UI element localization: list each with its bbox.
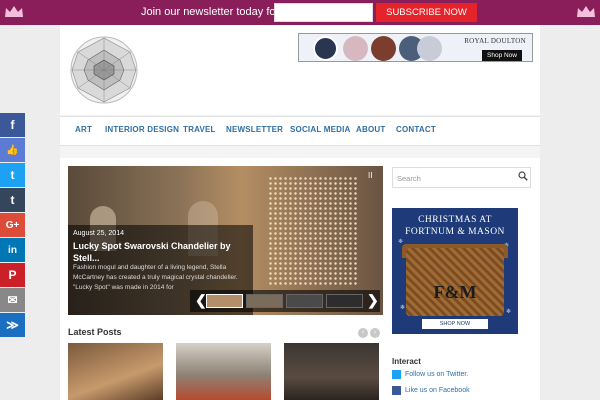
snowflake-icon: ❄ [400,305,406,311]
snowflake-icon: ❄ [506,309,512,315]
slider-thumb[interactable] [326,294,363,308]
follow-twitter-link[interactable]: Follow us on Twitter. [392,370,468,379]
twitter-icon [392,370,401,379]
pinterest-icon: P [8,268,17,282]
like-share-button[interactable]: 👍 [0,138,25,162]
nav-item-social-media[interactable]: SOCIAL MEDIA [290,125,350,134]
latest-posts-title: Latest Posts [68,327,122,337]
twitter-icon: t [10,168,15,182]
facebook-icon: f [10,118,15,132]
next-arrow-icon[interactable]: ❯ [367,292,379,309]
facebook-share-button[interactable]: f [0,113,25,137]
nav-item-contact[interactable]: CONTACT [396,125,436,134]
post-thumbnail[interactable] [284,343,379,400]
fm-shop-button[interactable]: SHOP NOW [422,319,488,329]
snowflake-icon: ❄ [398,239,404,245]
nav-item-art[interactable]: ART [75,125,92,134]
newsletter-email-input[interactable] [274,3,373,22]
linkedin-share-button[interactable]: in [0,238,25,262]
plate-image [417,36,442,61]
interact-title: Interact [392,357,421,366]
email-share-button[interactable]: ✉ [0,288,25,312]
like-facebook-link[interactable]: Like us on Facebook [392,386,470,395]
diamond-logo[interactable] [70,36,138,104]
google-plus-icon: G+ [5,219,20,231]
latest-next-icon[interactable]: › [370,328,380,338]
fm-ad-title: CHRISTMAS AT FORTNUM & MASON [405,215,505,237]
fortnum-mason-ad[interactable]: ❄ ❄ ❄ ❄ CHRISTMAS AT FORTNUM & MASON F&M… [392,208,518,334]
linkedin-icon: in [8,244,17,256]
ad-shop-button[interactable]: Shop Now [482,50,522,61]
royal-doulton-ad[interactable]: ROYAL DOULTON Shop Now [298,33,533,62]
post-thumbnail[interactable] [176,343,271,400]
chandelier-image [268,176,358,286]
pinterest-share-button[interactable]: P [0,263,25,287]
crown-icon[interactable] [576,5,596,19]
plate-image [371,36,396,61]
tumblr-share-button[interactable]: t [0,188,25,212]
follow-twitter-label: Follow us on Twitter. [405,371,469,378]
slider-thumb[interactable] [246,294,283,308]
prev-arrow-icon[interactable]: ❮ [195,292,207,309]
plate-image [343,36,368,61]
search-input[interactable]: Search [392,167,531,188]
slider-thumb[interactable] [206,294,243,308]
tumblr-icon: t [10,193,15,207]
share-button[interactable]: ≫ [0,313,25,337]
plate-image [313,36,338,61]
nav-item-travel[interactable]: TRAVEL [183,125,216,134]
search-icon[interactable] [518,171,528,181]
slide-excerpt: Fashion mogul and daughter of a living l… [73,264,238,291]
subscribe-button[interactable]: SUBSCRIBE NOW [376,3,477,22]
google-plus-share-button[interactable]: G+ [0,213,25,237]
like-icon: 👍 [6,144,19,156]
nav-item-newsletter[interactable]: NEWSLETTER [226,125,283,134]
pause-icon[interactable]: II [368,171,377,181]
ad-brand: ROYAL DOULTON [464,37,526,45]
post-thumbnail[interactable] [68,343,163,400]
nav-item-about[interactable]: ABOUT [356,125,385,134]
facebook-icon [392,386,401,395]
email-icon: ✉ [7,293,18,307]
crown-icon[interactable] [4,5,24,19]
slide-date: August 25, 2014 [73,230,124,237]
fm-logo: F&M [433,282,477,302]
slider-thumb[interactable] [286,294,323,308]
nav-item-interior-design[interactable]: INTERIOR DESIGN [105,125,179,134]
twitter-share-button[interactable]: t [0,163,25,187]
like-facebook-label: Like us on Facebook [405,387,470,394]
latest-prev-icon[interactable]: ‹ [358,328,368,338]
share-icon: ≫ [6,318,19,332]
slide-title[interactable]: Lucky Spot Swarovski Chandelier by Stell… [73,240,248,264]
